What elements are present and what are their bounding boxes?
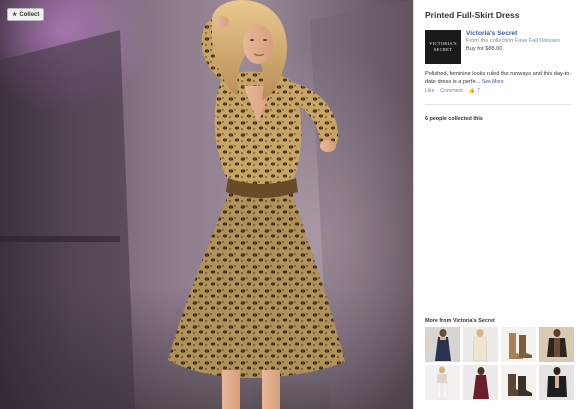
collection-prefix: From the collection — [466, 38, 514, 44]
burgundy-dress-thumbnail[interactable] — [463, 365, 498, 400]
product-photo[interactable] — [0, 0, 413, 409]
star-icon: ★ — [12, 12, 18, 18]
brand-name-link[interactable]: Victoria's Secret — [466, 30, 560, 38]
brown-ankle-boots-thumbnail[interactable] — [501, 365, 536, 400]
buy-price-link[interactable]: Buy for $88.00 — [466, 46, 560, 54]
see-more-link[interactable]: See More — [482, 79, 504, 85]
product-description: Polished, feminine looks ruled the runwa… — [425, 70, 573, 86]
navy-dress-thumbnail[interactable] — [425, 327, 460, 362]
white-pants-thumbnail[interactable] — [425, 365, 460, 400]
like-link[interactable]: Like — [425, 88, 435, 94]
action-bar: Like · Comment · 👍 7 — [425, 88, 480, 94]
brand-logo[interactable]: VICTORIA'S SECRET — [425, 30, 461, 64]
photo-viewer: ★ Collect — [0, 0, 413, 409]
collect-button[interactable]: ★ Collect — [7, 8, 45, 21]
collected-count[interactable]: 6 people collected this — [425, 116, 483, 122]
brand-info: Victoria's Secret From the collection Fa… — [466, 30, 560, 64]
more-from-label: More from Victoria's Secret — [425, 318, 495, 324]
detail-panel: Printed Full-Skirt Dress VICTORIA'S SECRE… — [413, 0, 580, 409]
brand-block: VICTORIA'S SECRET Victoria's Secret From … — [425, 30, 560, 64]
divider — [425, 104, 571, 105]
separator-dot: · — [436, 88, 439, 94]
collect-label: Collect — [19, 11, 40, 18]
like-count[interactable]: 7 — [477, 88, 480, 94]
collection-line: From the collection Fave Fall Dresses — [466, 38, 560, 46]
cream-sweater-dress-thumbnail[interactable] — [463, 327, 498, 362]
collection-link[interactable]: Fave Fall Dresses — [515, 38, 560, 44]
black-jacket-thumbnail[interactable] — [539, 365, 574, 400]
more-from-grid — [425, 327, 575, 400]
comment-link[interactable]: Comment — [440, 88, 463, 94]
leather-jacket-thumbnail[interactable] — [539, 327, 574, 362]
separator-dot: · — [464, 88, 467, 94]
tan-boots-thumbnail[interactable] — [501, 327, 536, 362]
thumbs-up-icon: 👍 — [468, 88, 475, 94]
product-title: Printed Full-Skirt Dress — [425, 10, 520, 20]
